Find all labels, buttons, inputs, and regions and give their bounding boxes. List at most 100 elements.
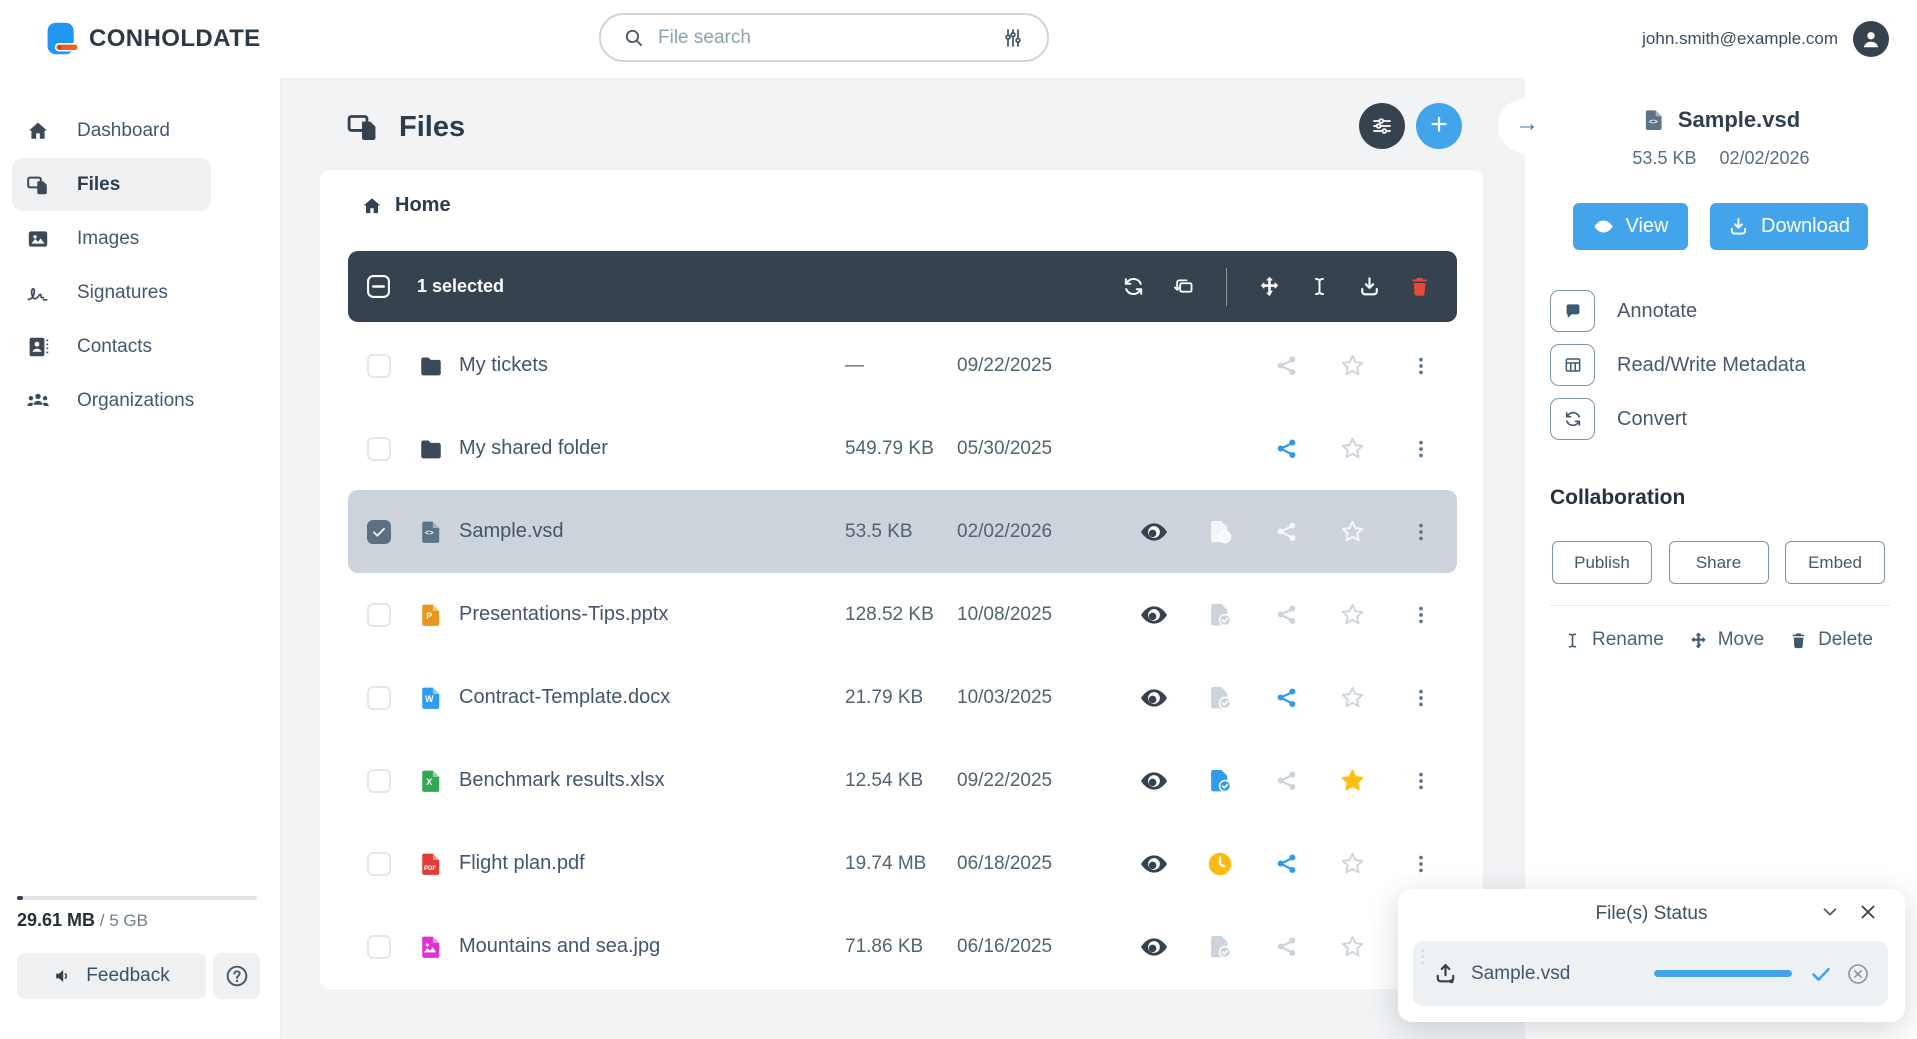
rename-icon[interactable] xyxy=(1308,275,1331,298)
star-icon[interactable] xyxy=(1339,601,1366,628)
more-actions-icon[interactable] xyxy=(1410,604,1432,626)
row-checkbox[interactable] xyxy=(367,685,391,710)
transfer-icon[interactable] xyxy=(1172,275,1195,298)
preview-eye-icon[interactable] xyxy=(1139,517,1169,547)
more-actions-icon[interactable] xyxy=(1410,355,1432,377)
more-actions-icon[interactable] xyxy=(1410,687,1432,709)
brand-logo[interactable]: CONHOLDATE xyxy=(44,21,261,57)
file-status-icon[interactable] xyxy=(1206,601,1234,629)
convert-button[interactable] xyxy=(1550,398,1595,440)
row-checkbox[interactable] xyxy=(367,436,391,461)
feedback-button[interactable]: Feedback xyxy=(17,953,206,999)
drag-handle-dots[interactable] xyxy=(1421,949,1424,964)
sidebar-item-dashboard[interactable]: Dashboard xyxy=(12,104,211,157)
user-avatar[interactable] xyxy=(1853,21,1889,57)
preview-eye-icon[interactable] xyxy=(1139,683,1169,713)
annotate-action[interactable]: Annotate xyxy=(1550,290,1917,332)
star-icon[interactable] xyxy=(1339,435,1366,462)
star-icon[interactable] xyxy=(1339,850,1366,877)
refresh-icon[interactable] xyxy=(1122,275,1145,298)
table-row[interactable]: My shared folder 549.79 KB 05/30/2025 xyxy=(348,407,1457,490)
annotate-button[interactable] xyxy=(1550,290,1595,332)
search-input[interactable] xyxy=(658,26,988,49)
details-file-date: 02/02/2026 xyxy=(1719,148,1810,168)
embed-button[interactable]: Embed xyxy=(1785,541,1885,584)
cancel-upload-icon[interactable] xyxy=(1846,962,1870,986)
download-button[interactable]: Download xyxy=(1710,203,1868,250)
annotate-label: Annotate xyxy=(1617,299,1698,322)
share-icon[interactable] xyxy=(1274,768,1299,793)
close-icon[interactable] xyxy=(1857,901,1879,923)
file-size: 128.52 KB xyxy=(845,603,934,625)
row-checkbox[interactable] xyxy=(367,519,391,544)
file-status-icon[interactable] xyxy=(1206,684,1234,712)
share-icon[interactable] xyxy=(1274,353,1299,378)
files-icon xyxy=(26,173,50,197)
publish-button[interactable]: Publish xyxy=(1552,541,1652,584)
view-settings-button[interactable] xyxy=(1359,103,1405,149)
rename-action[interactable]: Rename xyxy=(1563,629,1664,651)
table-row[interactable]: X Benchmark results.xlsx 12.54 KB 09/22/2… xyxy=(348,739,1457,822)
table-row[interactable]: Mountains and sea.jpg 71.86 KB 06/16/202… xyxy=(348,905,1457,988)
delete-icon[interactable] xyxy=(1408,275,1431,298)
star-icon[interactable] xyxy=(1339,352,1366,379)
file-status-icon[interactable] xyxy=(1206,767,1234,795)
file-search-box[interactable] xyxy=(599,13,1049,62)
row-checkbox[interactable] xyxy=(367,768,391,793)
collapse-panel-button[interactable]: → xyxy=(1498,99,1552,153)
more-actions-icon[interactable] xyxy=(1410,521,1432,543)
sidebar-item-contacts[interactable]: Contacts xyxy=(12,320,211,373)
row-checkbox[interactable] xyxy=(367,353,391,378)
download-icon[interactable] xyxy=(1358,275,1381,298)
row-checkbox[interactable] xyxy=(367,602,391,627)
move-icon[interactable] xyxy=(1258,275,1281,298)
share-icon[interactable] xyxy=(1274,685,1299,710)
preview-eye-icon[interactable] xyxy=(1139,600,1169,630)
star-icon[interactable] xyxy=(1339,684,1366,711)
share-icon[interactable] xyxy=(1274,934,1299,959)
file-status-icon[interactable] xyxy=(1206,933,1234,961)
preview-eye-icon[interactable] xyxy=(1139,766,1169,796)
minimize-chevron-icon[interactable] xyxy=(1819,901,1841,923)
star-icon[interactable] xyxy=(1339,518,1366,545)
add-file-button[interactable]: + xyxy=(1416,103,1462,149)
pdf-file-icon: PDF xyxy=(418,851,444,877)
metadata-action[interactable]: Read/Write Metadata xyxy=(1550,344,1917,386)
share-icon[interactable] xyxy=(1274,519,1299,544)
file-size: 19.74 MB xyxy=(845,852,927,874)
preview-eye-icon[interactable] xyxy=(1139,849,1169,879)
share-button[interactable]: Share xyxy=(1668,541,1769,584)
table-row[interactable]: PDF Flight plan.pdf 19.74 MB 06/18/2025 xyxy=(348,822,1457,905)
star-icon-filled[interactable] xyxy=(1339,767,1366,794)
sidebar-item-signatures[interactable]: Signatures xyxy=(12,266,211,319)
table-row[interactable]: W Contract-Template.docx 21.79 KB 10/03/2… xyxy=(348,656,1457,739)
more-actions-icon[interactable] xyxy=(1410,770,1432,792)
help-button[interactable] xyxy=(213,953,260,999)
sidebar-item-organizations[interactable]: Organizations xyxy=(12,374,211,427)
row-checkbox[interactable] xyxy=(367,934,391,959)
star-icon[interactable] xyxy=(1339,933,1366,960)
share-icon[interactable] xyxy=(1274,851,1299,876)
metadata-button[interactable] xyxy=(1550,344,1595,386)
file-status-icon[interactable] xyxy=(1206,518,1234,546)
breadcrumb[interactable]: Home xyxy=(361,194,451,217)
select-all-checkbox[interactable] xyxy=(366,274,391,299)
sidebar-item-images[interactable]: Images xyxy=(12,212,211,265)
row-checkbox[interactable] xyxy=(367,851,391,876)
preview-eye-icon[interactable] xyxy=(1139,932,1169,962)
convert-action[interactable]: Convert xyxy=(1550,398,1917,440)
table-row[interactable]: My tickets — 09/22/2025 xyxy=(348,324,1457,407)
more-actions-icon[interactable] xyxy=(1410,438,1432,460)
pending-clock-icon[interactable] xyxy=(1206,850,1234,878)
sidebar-item-files[interactable]: Files xyxy=(12,158,211,211)
delete-label: Delete xyxy=(1818,629,1873,650)
view-button[interactable]: View xyxy=(1573,203,1688,250)
table-row-selected[interactable]: <> Sample.vsd 53.5 KB 02/02/2026 xyxy=(348,490,1457,573)
share-icon[interactable] xyxy=(1274,436,1299,461)
delete-action[interactable]: Delete xyxy=(1789,629,1873,651)
move-action[interactable]: Move xyxy=(1689,629,1764,651)
search-filter-icon[interactable] xyxy=(1001,26,1025,50)
table-row[interactable]: P Presentations-Tips.pptx 128.52 KB 10/08… xyxy=(348,573,1457,656)
share-icon[interactable] xyxy=(1274,602,1299,627)
more-actions-icon[interactable] xyxy=(1410,853,1432,875)
